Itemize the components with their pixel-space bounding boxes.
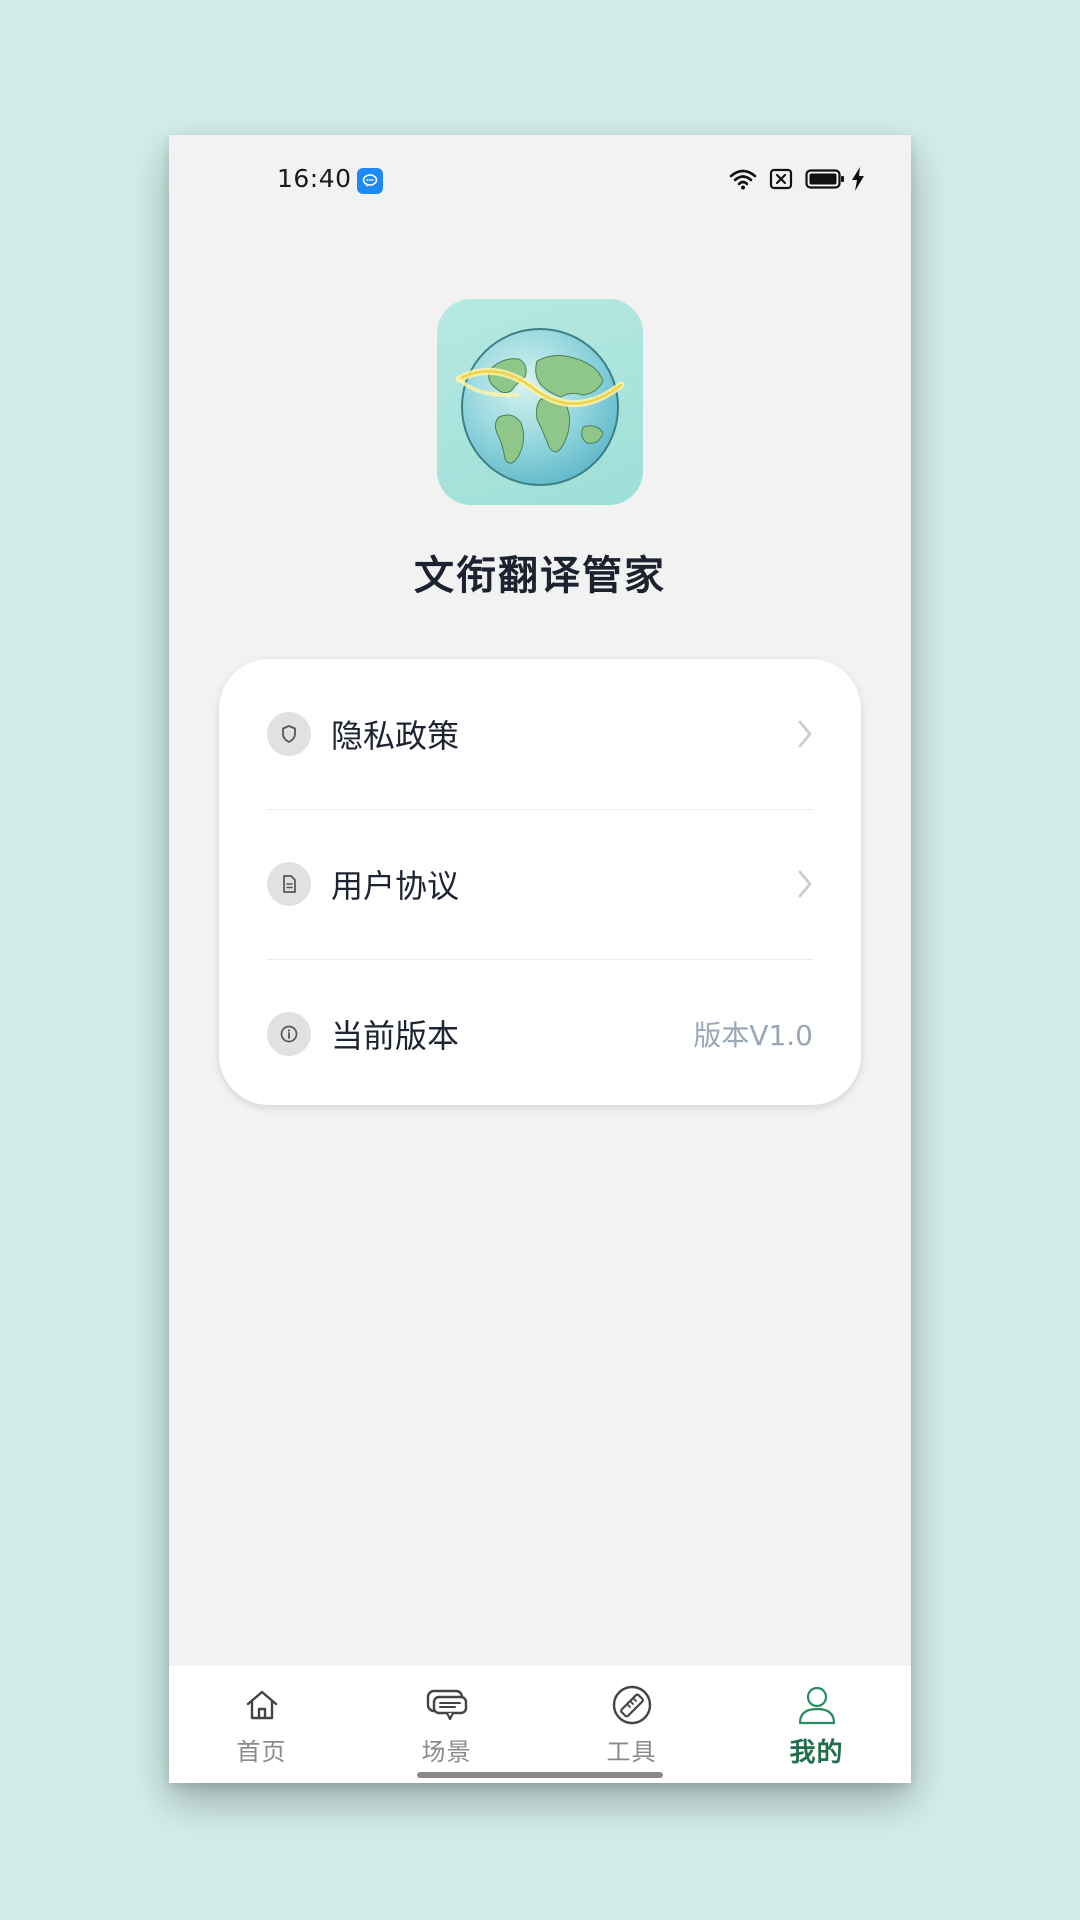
current-version-row: 当前版本 版本V1.0 [267,959,813,1109]
tab-mine-label: 我的 [789,1738,844,1768]
shield-icon [267,712,311,756]
status-time: 16:40 [277,164,352,193]
app-name: 文衔翻译管家 [414,553,666,599]
status-bar: 16:40 [169,135,911,225]
tab-tools-label: 工具 [606,1738,657,1766]
info-icon [267,1012,311,1056]
version-value: 版本V1.0 [693,1019,813,1052]
document-icon [267,862,311,906]
current-version-label: 当前版本 [331,1017,460,1055]
ruler-icon [611,1684,653,1726]
chevron-right-icon [783,714,813,754]
tab-scenes[interactable]: 场景 [354,1666,539,1783]
charging-bolt-icon [851,167,865,195]
battery-icon [805,168,845,194]
tab-tools[interactable]: 工具 [539,1666,724,1783]
chevron-right-icon [783,864,813,904]
globe-icon [455,328,625,486]
chat-icon [425,1684,469,1726]
privacy-policy-label: 隐私政策 [331,717,460,755]
sim-blocked-icon [769,168,793,194]
wifi-icon [729,168,757,194]
tab-home-label: 首页 [236,1738,287,1766]
chat-bubble-icon [357,168,383,194]
home-indicator[interactable] [417,1772,663,1778]
status-icons [729,167,865,195]
home-icon [244,1684,280,1726]
tab-scenes-label: 场景 [421,1738,472,1766]
user-icon [797,1684,837,1726]
tab-home[interactable]: 首页 [169,1666,354,1783]
tab-mine[interactable]: 我的 [724,1666,909,1783]
phone-screen: 16:40 文衔翻译管家 隐私政策 用户协议 当前版本 版本V1.0 首页 场景… [169,135,911,1783]
app-logo [437,299,643,505]
bottom-tab-bar: 首页 场景 工具 我的 [169,1666,911,1783]
user-agreement-row[interactable]: 用户协议 [267,809,813,959]
settings-card: 隐私政策 用户协议 当前版本 版本V1.0 [219,659,861,1105]
user-agreement-label: 用户协议 [331,867,460,905]
privacy-policy-row[interactable]: 隐私政策 [267,659,813,809]
